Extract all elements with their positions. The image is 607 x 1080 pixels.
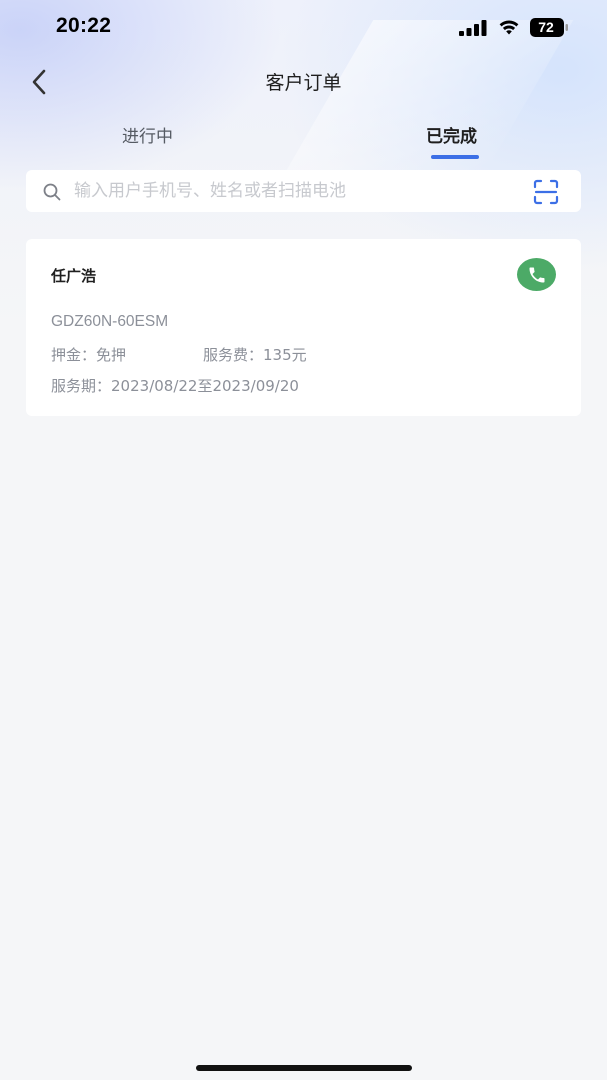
- service-period-info: 服务期：2023/08/22至2023/09/20: [51, 375, 299, 396]
- order-card[interactable]: 任广浩 GDZ60N-60ESM 押金：免押 服务费：135元 服务期：2023…: [26, 239, 581, 416]
- order-status-tabs: 进行中 已完成: [0, 112, 607, 162]
- navigation-bar: 客户订单: [0, 56, 607, 106]
- service-period-label: 服务期：: [51, 377, 112, 395]
- service-period-value: 2023/08/22至2023/09/20: [111, 377, 299, 395]
- service-fee-label: 服务费：: [203, 346, 264, 364]
- page-title: 客户订单: [265, 72, 342, 94]
- battery-model: GDZ60N-60ESM: [51, 313, 169, 330]
- deposit-info: 押金：免押: [51, 344, 126, 365]
- home-indicator: [196, 1065, 412, 1071]
- customer-name: 任广浩: [51, 267, 97, 285]
- cellular-signal-icon: [459, 20, 487, 36]
- search-input[interactable]: [74, 170, 514, 212]
- call-button[interactable]: [517, 258, 556, 291]
- battery-level: 72: [538, 19, 554, 35]
- wifi-icon: [499, 20, 519, 35]
- deposit-value: 免押: [96, 346, 127, 364]
- search-box: [26, 170, 581, 212]
- service-fee-value: 135元: [263, 346, 307, 364]
- service-fee-info: 服务费：135元: [203, 344, 307, 365]
- tab-completed[interactable]: 已完成: [426, 122, 477, 147]
- scan-icon[interactable]: [533, 179, 559, 205]
- status-time: 20:22: [56, 14, 112, 37]
- phone-icon: [529, 267, 544, 282]
- status-bar: 20:22 72: [0, 0, 607, 56]
- search-icon: [43, 183, 61, 201]
- tab-ongoing[interactable]: 进行中: [122, 122, 173, 147]
- active-tab-indicator: [431, 155, 479, 159]
- deposit-label: 押金：: [51, 346, 97, 364]
